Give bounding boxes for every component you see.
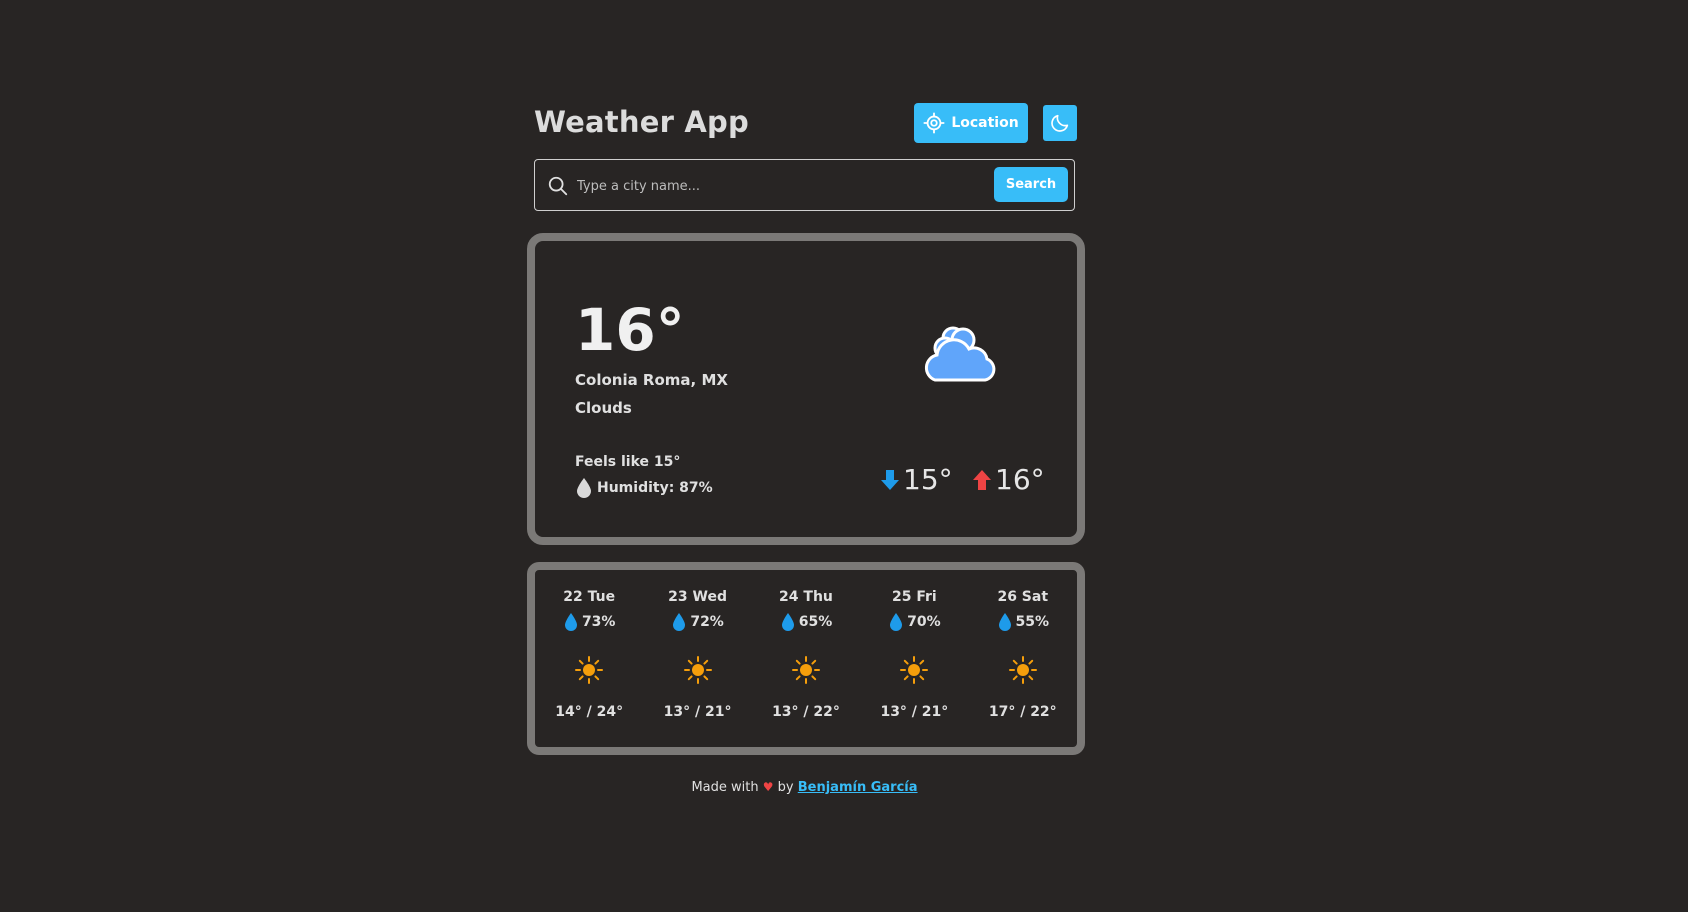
search-input[interactable]: [575, 172, 959, 200]
city-name: Colonia Roma, MX: [575, 371, 728, 389]
current-temperature: 16°: [575, 296, 685, 364]
forecast-range: 13° / 22°: [772, 704, 840, 720]
forecast-list: 22 Tue 73% 14° / 24° 23 Wed 72% 13° / 21…: [535, 570, 1077, 747]
droplet-icon: [997, 612, 1013, 632]
forecast-item: 23 Wed 72% 13° / 21°: [643, 570, 751, 747]
forecast-humidity: 73%: [535, 612, 643, 632]
forecast-item: 24 Thu 65% 13° / 22°: [752, 570, 860, 747]
header: Weather App Location: [533, 103, 1077, 143]
forecast-day: 22 Tue: [563, 589, 616, 605]
forecast-humidity: 70%: [860, 612, 968, 632]
forecast-item: 25 Fri 70% 13° / 21°: [860, 570, 968, 747]
app-title: Weather App: [534, 105, 749, 139]
footer-made-with: Made with: [691, 780, 759, 795]
forecast-humidity-value: 65%: [798, 614, 833, 630]
forecast-day: 24 Thu: [779, 589, 833, 605]
forecast-range: 13° / 21°: [880, 704, 949, 720]
max-temperature: 16°: [972, 463, 1045, 496]
droplet-icon: [671, 612, 687, 632]
moon-icon: [1049, 112, 1071, 134]
sun-icon: [573, 654, 605, 686]
humidity-value: Humidity: 87%: [597, 480, 713, 496]
forecast-range: 17° / 22°: [988, 704, 1057, 720]
droplet-icon: [888, 612, 904, 632]
droplet-icon: [780, 612, 796, 632]
search-button[interactable]: Search: [994, 167, 1068, 202]
footer-by: by: [777, 780, 794, 795]
weather-description: Clouds: [575, 399, 632, 417]
forecast-day: 26 Sat: [997, 589, 1049, 605]
current-weather-card: 16° Colonia Roma, MX Clouds Feels like 1…: [527, 233, 1085, 545]
arrow-up-icon: [972, 468, 992, 492]
footer: Made with ♥ by Benjamín García: [533, 780, 1076, 795]
cloud-icon: [923, 318, 1003, 388]
sun-icon: [898, 654, 930, 686]
droplet-icon: [563, 612, 579, 632]
forecast-card: 22 Tue 73% 14° / 24° 23 Wed 72% 13° / 21…: [527, 562, 1085, 755]
search-icon: [547, 175, 569, 197]
forecast-humidity: 65%: [752, 612, 860, 632]
droplet-icon: [575, 477, 593, 499]
heart-icon: ♥: [762, 780, 774, 794]
forecast-item: 22 Tue 73% 14° / 24°: [535, 570, 643, 747]
theme-toggle-button[interactable]: [1043, 105, 1077, 141]
sun-icon: [790, 654, 822, 686]
forecast-range: 14° / 24°: [555, 704, 624, 720]
humidity: Humidity: 87%: [575, 477, 713, 499]
max-temperature-value: 16°: [995, 463, 1045, 496]
forecast-day: 25 Fri: [892, 589, 937, 605]
feels-like: Feels like 15°: [575, 454, 681, 470]
search-bar: Search: [534, 159, 1075, 211]
min-temperature-value: 15°: [903, 463, 953, 496]
arrow-down-icon: [880, 468, 900, 492]
author-link[interactable]: Benjamín García: [798, 780, 918, 795]
forecast-humidity: 55%: [969, 612, 1077, 632]
location-button[interactable]: Location: [914, 103, 1028, 143]
forecast-item: 26 Sat 55% 17° / 22°: [969, 570, 1077, 747]
forecast-humidity-value: 72%: [690, 614, 724, 630]
forecast-humidity-value: 73%: [581, 614, 616, 630]
sun-icon: [682, 654, 714, 686]
sun-icon: [1007, 654, 1039, 686]
forecast-humidity: 72%: [643, 612, 751, 632]
min-temperature: 15°: [880, 463, 953, 496]
forecast-range: 13° / 21°: [663, 704, 732, 720]
forecast-humidity-value: 70%: [907, 614, 941, 630]
forecast-day: 23 Wed: [668, 589, 727, 605]
crosshair-icon: [923, 112, 945, 134]
location-button-label: Location: [951, 115, 1019, 131]
forecast-humidity-value: 55%: [1015, 614, 1050, 630]
